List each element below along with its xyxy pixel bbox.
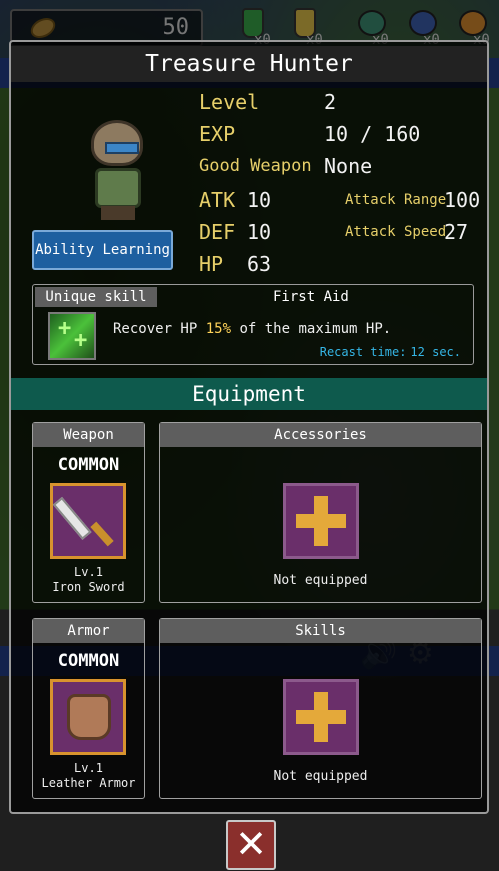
accessories-slot-header: Accessories bbox=[160, 423, 481, 447]
good-weapon-value: None bbox=[324, 154, 373, 178]
level-value: 2 bbox=[324, 90, 337, 114]
skills-slot[interactable]: Skills Not equipped bbox=[159, 618, 482, 799]
hp-value: 63 bbox=[247, 252, 272, 276]
add-skill-plus-icon[interactable] bbox=[283, 679, 359, 755]
weapon-slot[interactable]: Weapon COMMON Lv.1 Iron Sword bbox=[32, 422, 145, 603]
attack-speed-value: 27 bbox=[444, 220, 469, 244]
weapon-level: Lv.1 bbox=[74, 565, 103, 579]
heal-plus-icon: + + bbox=[48, 312, 96, 360]
panel-title: Treasure Hunter bbox=[11, 46, 487, 82]
armor-slot-header: Armor bbox=[33, 619, 144, 643]
exp-label: EXP bbox=[199, 122, 236, 146]
weapon-name: Iron Sword bbox=[52, 580, 125, 594]
skills-slot-header: Skills bbox=[160, 619, 481, 643]
atk-label: ATK bbox=[199, 188, 236, 212]
accessories-slot[interactable]: Accessories Not equipped bbox=[159, 422, 482, 603]
weapon-rarity: COMMON bbox=[57, 455, 120, 475]
def-label: DEF bbox=[199, 220, 236, 244]
equipment-title: Equipment bbox=[11, 378, 487, 410]
leather-armor-icon[interactable] bbox=[50, 679, 126, 755]
unique-skill-tag: Unique skill bbox=[35, 287, 157, 307]
accessories-status: Not equipped bbox=[273, 573, 368, 588]
attack-range-label: Attack Range bbox=[345, 192, 447, 208]
armor-level: Lv.1 bbox=[74, 761, 103, 775]
exp-value: 10 / 160 bbox=[324, 122, 421, 146]
iron-sword-icon[interactable] bbox=[50, 483, 126, 559]
unique-skill-box: Unique skill First Aid + + Recover HP 15… bbox=[32, 284, 474, 365]
armor-rarity: COMMON bbox=[57, 651, 120, 671]
hp-label: HP bbox=[199, 252, 224, 276]
level-label: Level bbox=[199, 90, 260, 114]
unique-skill-description: Recover HP 15% of the maximum HP. bbox=[113, 321, 392, 337]
skills-status: Not equipped bbox=[273, 769, 368, 784]
unique-skill-name: First Aid bbox=[273, 289, 349, 305]
attack-speed-label: Attack Speed bbox=[345, 224, 447, 240]
ability-learning-button[interactable]: Ability Learning bbox=[32, 230, 173, 270]
character-panel: Treasure Hunter Ability Learning Level 2… bbox=[9, 40, 489, 814]
atk-value: 10 bbox=[247, 188, 272, 212]
attack-range-value: 100 bbox=[444, 188, 481, 212]
def-value: 10 bbox=[247, 220, 272, 244]
armor-name: Leather Armor bbox=[41, 776, 136, 790]
add-accessory-plus-icon[interactable] bbox=[283, 483, 359, 559]
character-portrait bbox=[71, 112, 161, 222]
good-weapon-label: Good Weapon bbox=[199, 156, 312, 176]
armor-slot[interactable]: Armor COMMON Lv.1 Leather Armor bbox=[32, 618, 145, 799]
recast-time: Recast time: 12 sec. bbox=[319, 345, 461, 359]
weapon-slot-header: Weapon bbox=[33, 423, 144, 447]
close-button[interactable]: ✕ bbox=[226, 820, 276, 870]
